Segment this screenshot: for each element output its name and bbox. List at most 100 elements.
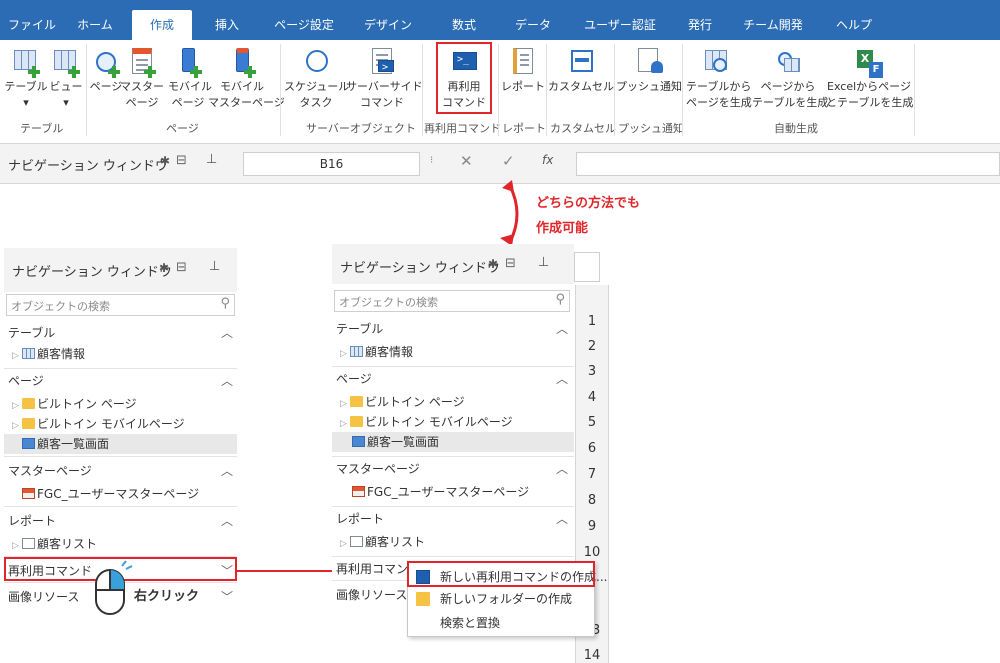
tree-item-customer-list[interactable]: ▷ 顧客リスト [340,532,425,552]
row-number[interactable]: 3 [580,364,604,379]
new-view-button[interactable]: ビュー ▾ [48,46,84,110]
row-number[interactable]: 5 [580,415,604,430]
row-number[interactable]: 4 [580,390,604,405]
collapse-icon[interactable]: ⊟ [505,256,516,271]
tree-item-customer-list-screen[interactable]: 顧客一覧画面 [332,432,574,452]
chevron-down-icon[interactable]: ﹀ [221,588,233,605]
cell-name-box[interactable]: B16 [243,152,420,176]
row-number[interactable]: 1 [580,314,604,329]
tree-item-customer-list-screen[interactable]: 顧客一覧画面 [4,434,237,454]
chevron-up-icon[interactable]: ︿ [221,512,233,529]
tab-publish[interactable]: 発行 [676,10,724,40]
section-page[interactable]: ページ ︿ [336,370,568,392]
chevron-up-icon[interactable]: ︿ [221,372,233,389]
new-table-button[interactable]: テーブル ▾ [2,46,50,110]
tab-design[interactable]: デザイン [350,10,426,40]
confirm-icon[interactable]: ✓ [502,152,515,170]
tree-item-customer-info[interactable]: ▷ 顧客情報 [340,342,413,362]
expand-icon[interactable]: ▷ [340,534,350,554]
new-mobile-page-button[interactable]: モバイル ページ [168,46,212,110]
collapse-icon[interactable]: ⊟ [176,260,187,275]
object-search-input[interactable]: オブジェクトの検索 ⚲ [334,290,570,312]
chevron-up-icon[interactable]: ︿ [221,324,233,341]
pin-icon[interactable]: ⊥ [209,259,220,274]
new-master-page-button[interactable]: マスター ページ [120,46,164,110]
menu-item-new-folder[interactable]: 新しいフォルダーの作成 [412,588,590,610]
tree-item-label: 顧客一覧画面 [367,435,440,449]
object-search-input[interactable]: オブジェクトの検索 ⚲ [6,294,235,316]
row-number[interactable]: 2 [580,339,604,354]
gear-icon[interactable]: ✱ [159,261,169,275]
tab-insert[interactable]: 挿入 [198,10,256,40]
tab-file[interactable]: ファイル [6,10,58,40]
section-report[interactable]: レポート ︿ [8,512,233,534]
tree-item-builtin-mobile[interactable]: ▷ ビルトイン モバイルページ [340,412,513,432]
row-number[interactable]: 14 [580,648,604,663]
tree-item-label: ビルトイン モバイルページ [37,417,185,431]
gear-icon[interactable]: ✱ [488,257,498,271]
new-view-dropdown: ▾ [63,96,69,109]
generate-page-from-table-button[interactable]: テーブルから ページを生成 [686,46,752,110]
report-button[interactable]: レポート [500,46,546,94]
group-label-report: レポート [502,122,546,135]
table-to-page-label-1: テーブルから [686,80,752,93]
tab-user-auth[interactable]: ユーザー認証 [570,10,670,40]
tree-item-builtin-mobile[interactable]: ▷ ビルトイン モバイルページ [12,414,185,434]
row-number[interactable]: 9 [580,519,604,534]
chevron-up-icon[interactable]: ︿ [556,320,568,337]
generate-from-excel-button[interactable]: XF Excelからページ とテーブルを生成 [826,46,913,110]
page-globe-icon [92,46,120,78]
chevron-up-icon[interactable]: ︿ [221,462,233,479]
generate-table-from-page-button[interactable]: ページから テーブルを生成 [752,46,828,110]
cancel-icon[interactable]: ✕ [460,152,473,170]
menu-item-find-replace[interactable]: 検索と置換 [412,612,590,634]
tab-data[interactable]: データ [502,10,564,40]
pin-icon[interactable]: ⊥ [538,255,549,270]
tree-item-builtin-page[interactable]: ▷ ビルトイン ページ [12,394,137,414]
section-master-page[interactable]: マスターページ ︿ [336,460,568,482]
new-mobile-master-page-button[interactable]: モバイル マスターページ [208,46,285,110]
expand-icon[interactable]: ▷ [340,394,350,414]
server-command-button[interactable]: サーバーサイド コマンド [346,46,423,110]
expand-icon[interactable]: ▷ [12,416,22,436]
tree-item-builtin-page[interactable]: ▷ ビルトイン ページ [340,392,465,412]
group-label-custom-cell: カスタムセル [550,122,616,135]
row-number[interactable]: 7 [580,467,604,482]
tab-help[interactable]: ヘルプ [824,10,884,40]
row-number[interactable]: 8 [580,493,604,508]
collapse-icon[interactable]: ⊟ [176,153,187,168]
expand-icon[interactable]: ▷ [340,414,350,434]
tab-home[interactable]: ホーム [66,10,124,40]
tree-item-customer-info[interactable]: ▷ 顧客情報 [12,344,85,364]
more-icon: ⁝ [430,155,434,166]
function-icon[interactable]: fx [542,153,553,167]
pin-icon[interactable]: ⊥ [206,152,217,167]
custom-cell-button[interactable]: カスタムセル [548,46,614,94]
gear-icon[interactable]: ✱ [160,154,170,168]
section-page[interactable]: ページ ︿ [8,372,233,394]
chevron-up-icon[interactable]: ︿ [556,460,568,477]
tab-create[interactable]: 作成 [132,10,192,40]
push-notification-button[interactable]: プッシュ通知 [616,46,682,94]
tree-item-master-page[interactable]: FGC_ユーザーマスターページ [22,484,199,504]
schedule-task-button[interactable]: スケジュール タスク [284,46,349,110]
new-page-button[interactable]: ページ [88,46,124,94]
tab-page-setup[interactable]: ページ設定 [264,10,344,40]
tree-item-master-page[interactable]: FGC_ユーザーマスターページ [352,482,529,502]
formula-input[interactable] [576,152,1000,176]
section-master-page[interactable]: マスターページ ︿ [8,462,233,484]
section-table[interactable]: テーブル ︿ [8,324,233,346]
chevron-up-icon[interactable]: ︿ [556,510,568,527]
section-report[interactable]: レポート ︿ [336,510,568,532]
expand-icon[interactable]: ▷ [12,346,22,366]
expand-icon[interactable]: ▷ [12,536,22,556]
section-table[interactable]: テーブル ︿ [336,320,568,342]
tab-formulas[interactable]: 数式 [432,10,496,40]
tree-item-customer-list[interactable]: ▷ 顧客リスト [12,534,97,554]
row-number[interactable]: 6 [580,441,604,456]
expand-icon[interactable]: ▷ [12,396,22,416]
chevron-up-icon[interactable]: ︿ [556,370,568,387]
tab-team-dev[interactable]: チーム開発 [730,10,816,40]
expand-icon[interactable]: ▷ [340,344,350,364]
row-number[interactable]: 10 [580,545,604,560]
